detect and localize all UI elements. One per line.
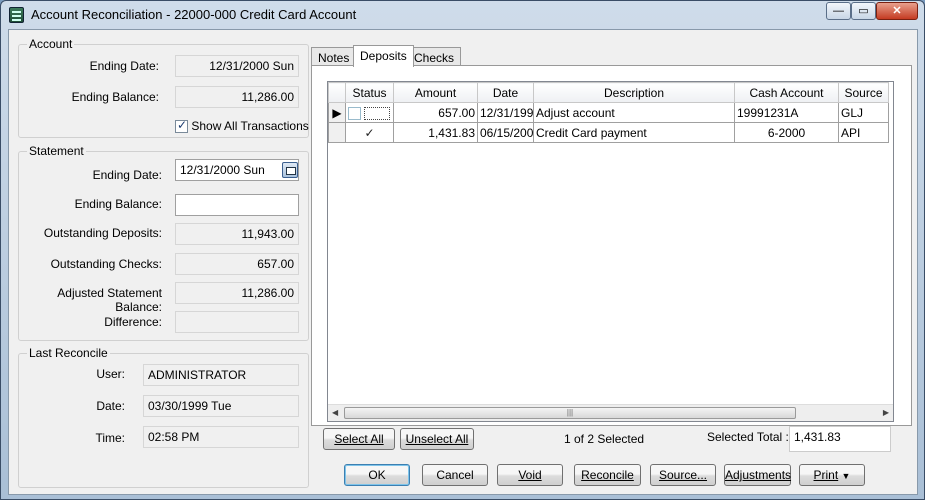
statement-group: Statement Ending Date: 12/31/2000 Sun En… [18, 144, 309, 341]
window-title: Account Reconciliation - 22000-000 Credi… [31, 7, 357, 22]
maximize-button[interactable]: ▭ [851, 2, 876, 20]
last-reconcile-time-label: Time: [95, 431, 125, 445]
void-button[interactable]: Void [497, 464, 563, 486]
show-all-transactions-checkbox[interactable]: Show All Transactions [175, 118, 309, 134]
table-row[interactable]: ▶ 657.00 12/31/1999 Adjust account 19991… [328, 102, 889, 123]
calendar-icon[interactable] [282, 162, 298, 178]
close-button[interactable]: ✕ [876, 2, 918, 20]
table-row[interactable]: ✓ 1,431.83 06/15/2000 Credit Card paymen… [328, 122, 889, 143]
column-header-description[interactable]: Description [533, 82, 735, 103]
adjustments-button[interactable]: Adjustments [724, 464, 791, 486]
row-header [328, 122, 346, 143]
reconcile-label: Reconcile [581, 468, 634, 482]
difference-label: Difference: [104, 315, 162, 329]
account-reconciliation-window: Account Reconciliation - 22000-000 Credi… [0, 0, 925, 500]
last-reconcile-date-label: Date: [96, 399, 125, 413]
last-reconcile-group: Last Reconcile User: ADMINISTRATOR Date:… [18, 346, 309, 488]
selected-total-field: 1,431.83 [789, 426, 891, 452]
date-cell[interactable]: 06/15/2000 [477, 122, 534, 143]
adjustments-label: Adjustments [725, 468, 792, 482]
outstanding-deposits-field: 11,943.00 [175, 223, 299, 245]
selected-count-text: 1 of 2 Selected [564, 432, 645, 446]
last-reconcile-date-field: 03/30/1999 Tue [143, 395, 299, 417]
outstanding-checks-label: Outstanding Checks: [50, 257, 162, 271]
account-ending-balance-field: 11,286.00 [175, 86, 299, 108]
deposits-table: Status Amount Date Description Cash Acco… [328, 82, 889, 143]
last-reconcile-user-field: ADMINISTRATOR [143, 364, 299, 386]
unselect-all-label: Unselect All [405, 432, 469, 446]
current-row-arrow-icon: ▶ [328, 102, 346, 123]
checkbox-check-icon[interactable] [175, 118, 188, 134]
adjusted-statement-balance-label: Adjusted Statement Balance: [57, 286, 162, 314]
outstanding-checks-field: 657.00 [175, 253, 299, 275]
status-checkbox[interactable] [348, 106, 361, 120]
outstanding-deposits-label: Outstanding Deposits: [43, 226, 162, 240]
tab-deposits[interactable]: Deposits [353, 45, 414, 67]
statement-ending-balance-label: Ending Balance: [74, 197, 162, 211]
horizontal-scrollbar[interactable]: ◀ ||| ▶ [328, 404, 893, 421]
dropdown-arrow-icon: ▼ [841, 471, 851, 481]
column-header-cash-account[interactable]: Cash Account [734, 82, 839, 103]
scroll-right-icon[interactable]: ▶ [883, 408, 889, 417]
description-cell[interactable]: Adjust account [533, 102, 735, 123]
ok-button[interactable]: OK [344, 464, 410, 486]
statement-ending-balance-input[interactable] [175, 194, 299, 216]
title-bar[interactable]: Account Reconciliation - 22000-000 Credi… [1, 1, 924, 29]
amount-cell[interactable]: 1,431.83 [393, 122, 478, 143]
account-ending-balance-label: Ending Balance: [71, 90, 159, 104]
selected-total-label: Selected Total : [707, 430, 789, 444]
grid-header-row: Status Amount Date Description Cash Acco… [328, 82, 889, 103]
description-cell[interactable]: Credit Card payment [533, 122, 735, 143]
statement-ending-date-input[interactable]: 12/31/2000 Sun [175, 159, 299, 181]
adjusted-statement-balance-field: 11,286.00 [175, 282, 299, 304]
scroll-left-icon[interactable]: ◀ [332, 408, 338, 417]
row-header-corner [328, 82, 346, 103]
cash-account-cell[interactable]: 6-2000 [734, 122, 839, 143]
difference-field [175, 311, 299, 333]
deposits-grid[interactable]: Status Amount Date Description Cash Acco… [327, 81, 894, 422]
column-header-status[interactable]: Status [345, 82, 394, 103]
status-cell[interactable] [345, 102, 394, 123]
select-all-button[interactable]: Select All [323, 428, 395, 450]
app-ledger-icon [9, 7, 24, 23]
select-all-label: Select All [334, 432, 384, 446]
account-ending-date-label: Ending Date: [89, 59, 159, 73]
tab-notes[interactable]: Notes [311, 47, 357, 67]
source-cell[interactable]: GLJ [838, 102, 889, 123]
statement-ending-date-value: 12/31/2000 Sun [180, 163, 265, 177]
cash-account-cell[interactable]: 19991231A [734, 102, 839, 123]
status-focus-box [364, 106, 391, 120]
amount-cell[interactable]: 657.00 [393, 102, 478, 123]
source-button[interactable]: Source... [650, 464, 716, 486]
deposits-tab-panel: Status Amount Date Description Cash Acco… [311, 65, 912, 426]
show-all-transactions-label[interactable]: Show All Transactions [191, 119, 308, 133]
print-button[interactable]: Print ▼ [799, 464, 865, 486]
cancel-button[interactable]: Cancel [422, 464, 488, 486]
reconcile-button[interactable]: Reconcile [574, 464, 641, 486]
minimize-button[interactable]: — [826, 2, 851, 20]
last-reconcile-time-field: 02:58 PM [143, 426, 299, 448]
statement-group-title: Statement [27, 144, 86, 158]
column-header-amount[interactable]: Amount [393, 82, 478, 103]
last-reconcile-group-title: Last Reconcile [27, 346, 110, 360]
last-reconcile-user-label: User: [96, 367, 125, 381]
print-label: Print [813, 468, 839, 482]
column-header-date[interactable]: Date [477, 82, 534, 103]
source-label: Source... [658, 468, 708, 482]
status-checkmark-icon[interactable]: ✓ [345, 122, 394, 143]
tab-checks[interactable]: Checks [407, 47, 462, 67]
void-label: Void [518, 468, 542, 482]
unselect-all-button[interactable]: Unselect All [400, 428, 474, 450]
source-cell[interactable]: API [838, 122, 889, 143]
account-group-title: Account [27, 37, 75, 51]
dialog-client-area: Account Ending Date: 12/31/2000 Sun Endi… [8, 29, 918, 495]
account-ending-date-field: 12/31/2000 Sun [175, 55, 299, 77]
account-group: Account Ending Date: 12/31/2000 Sun Endi… [18, 37, 309, 138]
column-header-source[interactable]: Source [838, 82, 889, 103]
scrollbar-thumb[interactable]: ||| [344, 407, 796, 419]
statement-ending-date-label: Ending Date: [92, 168, 162, 182]
date-cell[interactable]: 12/31/1999 [477, 102, 534, 123]
